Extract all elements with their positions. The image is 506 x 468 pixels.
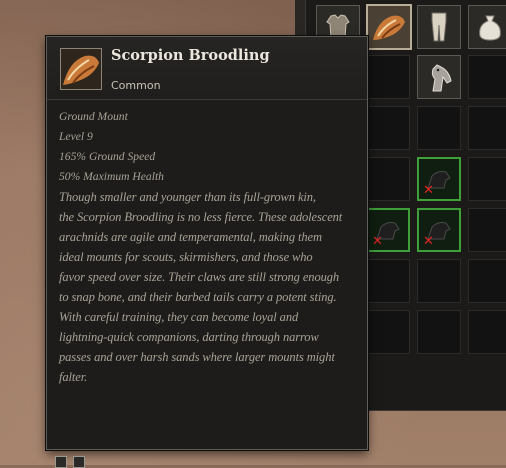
key-icon	[73, 456, 85, 468]
locked-x-icon: ✕	[423, 183, 434, 198]
empty-slot[interactable]	[366, 55, 410, 99]
leg-armor-icon	[418, 6, 460, 48]
slot-locked-mount[interactable]: ✕	[417, 157, 461, 201]
item-rarity: Common	[111, 79, 161, 92]
key-icon	[55, 456, 67, 468]
horse-mount-icon	[418, 56, 460, 98]
stat-line: 165% Ground Speed	[59, 150, 156, 163]
item-level: Level 9	[59, 130, 93, 143]
empty-slot[interactable]	[366, 310, 410, 354]
tooltip-header: Scorpion Broodling Common	[47, 37, 367, 100]
slot-horse-mount[interactable]	[417, 55, 461, 99]
keybind-hint-bar	[55, 456, 85, 468]
slot-leg-armor[interactable]	[417, 5, 461, 49]
tooltip-body: Ground Mount Level 9 165% Ground Speed 5…	[59, 107, 355, 387]
item-name: Scorpion Broodling	[111, 47, 270, 64]
empty-slot[interactable]	[417, 310, 461, 354]
empty-slot[interactable]	[468, 106, 506, 150]
item-type: Ground Mount	[59, 110, 128, 123]
slot-locked-mount[interactable]: ✕	[417, 208, 461, 252]
empty-slot[interactable]	[468, 259, 506, 303]
empty-slot[interactable]	[468, 55, 506, 99]
stat-line: 50% Maximum Health	[59, 170, 164, 183]
empty-slot[interactable]	[366, 157, 410, 201]
empty-slot[interactable]	[366, 106, 410, 150]
item-tooltip: Scorpion Broodling Common Ground Mount L…	[46, 36, 368, 450]
empty-slot[interactable]	[468, 310, 506, 354]
locked-x-icon: ✕	[372, 234, 383, 249]
item-description: Though smaller and younger than its full…	[59, 190, 343, 384]
empty-slot[interactable]	[417, 106, 461, 150]
slot-scorpion-broodling[interactable]	[366, 4, 412, 50]
scorpion-broodling-icon	[60, 48, 102, 90]
slot-bag[interactable]	[468, 5, 506, 49]
locked-x-icon: ✕	[423, 234, 434, 249]
slot-locked-mount[interactable]: ✕	[366, 208, 410, 252]
empty-slot[interactable]	[417, 259, 461, 303]
scorpion-mount-icon	[368, 6, 410, 48]
empty-slot[interactable]	[366, 259, 410, 303]
bag-icon	[469, 6, 506, 48]
empty-slot[interactable]	[468, 208, 506, 252]
empty-slot[interactable]	[468, 157, 506, 201]
